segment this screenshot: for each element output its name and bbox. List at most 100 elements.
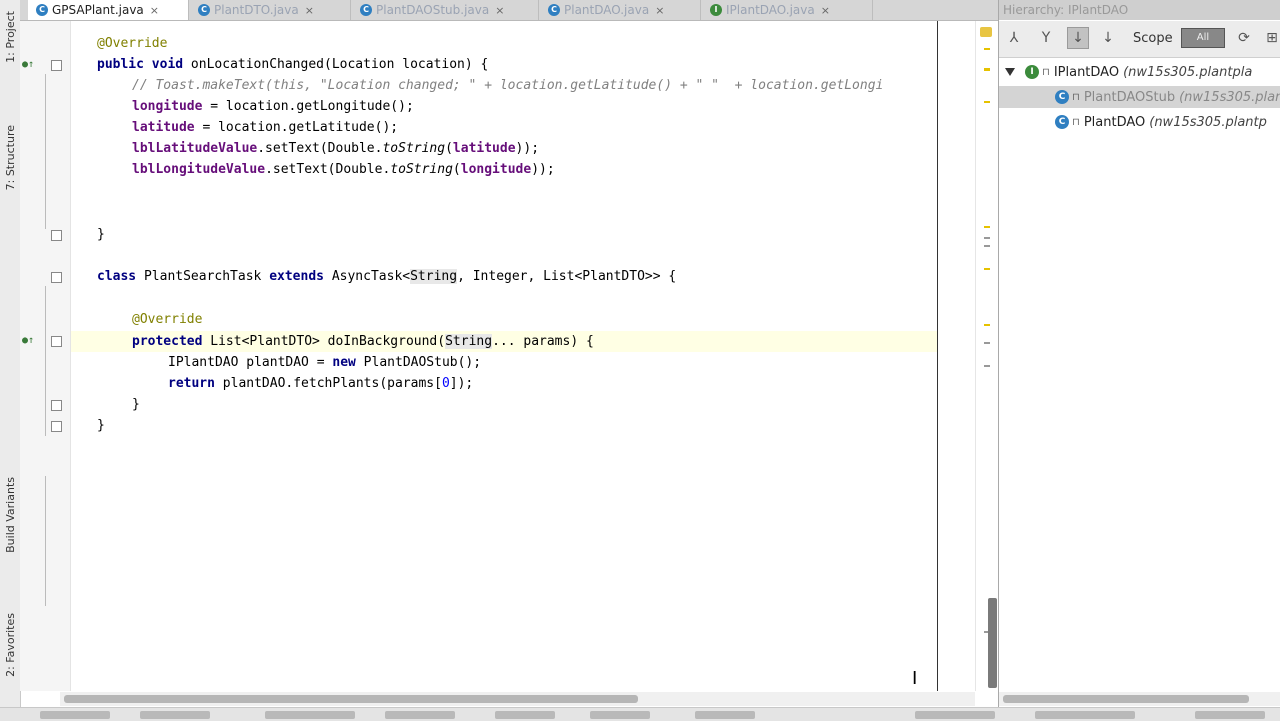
code-editor[interactable]: @Override public void onLocationChanged(… [71, 21, 937, 691]
right-margin-guide [937, 21, 938, 691]
code-text: IPlantDAO plantDAO = [168, 355, 333, 370]
package-label: (nw15s305.plan [1179, 89, 1280, 105]
panel-title: Hierarchy: IPlantDAO [999, 0, 1280, 20]
info-marker[interactable] [984, 237, 990, 239]
status-bar [0, 707, 1280, 721]
warning-marker[interactable] [984, 226, 990, 228]
warning-marker[interactable] [984, 68, 990, 71]
tool-tab-structure-label: 7: Structure [3, 124, 17, 191]
text-cursor-icon: I [912, 668, 918, 689]
expand-all-icon[interactable]: ⊞ [1261, 27, 1280, 49]
fold-icon[interactable] [51, 400, 62, 411]
tab-label: PlantDAOStub.java [376, 3, 490, 17]
tab-label: GPSAPlant.java [52, 3, 144, 17]
close-icon[interactable]: × [821, 4, 830, 17]
code-line: } [97, 415, 105, 436]
tab-iplantdao[interactable]: I IPlantDAO.java × [702, 0, 873, 20]
field: longitude [460, 162, 532, 177]
fold-line [45, 476, 46, 606]
fold-icon[interactable] [51, 272, 62, 283]
code-text: ( [452, 162, 461, 177]
close-icon[interactable]: × [655, 4, 664, 17]
tab-gpsaplant[interactable]: C GPSAPlant.java × [28, 0, 189, 20]
comment: // Toast.makeText(this, "Location change… [132, 78, 884, 93]
code-text: ( [445, 141, 453, 156]
warning-marker[interactable] [984, 324, 990, 326]
hierarchy-panel: Hierarchy: IPlantDAO ⅄ Y ↓ ↓ Scope All ⟳… [998, 0, 1280, 707]
status-item[interactable] [915, 711, 995, 719]
status-item[interactable] [40, 711, 110, 719]
warning-status-icon[interactable] [980, 27, 992, 37]
fold-icon[interactable] [51, 230, 62, 241]
close-icon[interactable]: × [305, 4, 314, 17]
fold-icon[interactable] [51, 60, 62, 71]
code-text: , Integer, List<PlantDTO>> { [457, 269, 677, 284]
code-line: // Toast.makeText(this, "Location change… [132, 75, 883, 96]
code-line: IPlantDAO plantDAO = new PlantDAOStub(); [168, 352, 481, 373]
status-item[interactable] [1195, 711, 1265, 719]
warning-marker[interactable] [984, 268, 990, 270]
code-text: } [97, 418, 105, 433]
code-line: public void onLocationChanged(Location l… [97, 54, 488, 75]
tool-tab-build-variants[interactable]: Build Variants [0, 455, 20, 575]
info-marker[interactable] [984, 245, 990, 247]
override-marker-icon[interactable]: ●↑ [22, 59, 34, 70]
code-text: = location.getLongitude(); [202, 99, 414, 114]
status-item[interactable] [140, 711, 210, 719]
type-hierarchy-icon[interactable]: ⅄ [1003, 27, 1025, 49]
tool-tab-project-label: 1: Project [3, 11, 17, 63]
code-line: class PlantSearchTask extends AsyncTask<… [97, 266, 676, 287]
implements-marker-icon[interactable]: ●↑ [22, 335, 34, 346]
tab-label: PlantDTO.java [214, 3, 299, 17]
tree-item-iplantdao[interactable]: I ⊓ IPlantDAO (nw15s305.plantpla [999, 61, 1280, 83]
tool-tab-structure[interactable]: 7: Structure [0, 110, 20, 205]
sort-alpha-icon[interactable]: ↓ [1097, 27, 1119, 49]
close-icon[interactable]: × [495, 4, 504, 17]
error-stripe[interactable] [975, 21, 998, 691]
status-item[interactable] [265, 711, 355, 719]
tree-item-plantdaostub[interactable]: C ⊓ PlantDAOStub (nw15s305.plan [999, 86, 1280, 108]
tree-item-label: PlantDAO [1083, 114, 1146, 130]
fold-icon[interactable] [51, 336, 62, 347]
visibility-icon: ⊓ [1072, 116, 1080, 128]
status-item[interactable] [495, 711, 555, 719]
editor-horizontal-scrollbar[interactable] [60, 692, 975, 706]
status-item[interactable] [1035, 711, 1135, 719]
keyword: extends [269, 269, 324, 284]
code-text: AsyncTask< [324, 269, 411, 284]
warning-marker[interactable] [984, 48, 990, 50]
status-item[interactable] [590, 711, 650, 719]
code-line: return plantDAO.fetchPlants(params[0]); [168, 373, 473, 394]
supertypes-icon[interactable]: Y [1035, 27, 1057, 49]
tree-item-label: PlantDAOStub [1083, 89, 1176, 105]
field: latitude [132, 120, 195, 135]
tab-plantdaostub[interactable]: C PlantDAOStub.java × [352, 0, 539, 20]
tree-item-plantdao[interactable]: C ⊓ PlantDAO (nw15s305.plantp [999, 111, 1280, 133]
panel-horizontal-scrollbar[interactable] [999, 692, 1280, 706]
expand-arrow-icon[interactable] [1005, 68, 1015, 76]
tab-plantdao[interactable]: C PlantDAO.java × [540, 0, 701, 20]
code-line: protected List<PlantDTO> doInBackground(… [132, 331, 594, 352]
warning-marker[interactable] [984, 101, 990, 103]
fold-line [45, 286, 46, 436]
package-label: (nw15s305.plantpla [1123, 64, 1253, 80]
code-text: = location.getLatitude(); [194, 120, 399, 135]
close-icon[interactable]: × [150, 4, 159, 17]
subtypes-icon[interactable]: ↓ [1067, 27, 1089, 49]
tool-tab-project[interactable]: 1: Project [0, 2, 20, 72]
tab-plantdto[interactable]: C PlantDTO.java × [190, 0, 351, 20]
scrollbar-thumb[interactable] [64, 695, 638, 703]
info-marker[interactable] [984, 342, 990, 344]
info-marker[interactable] [984, 365, 990, 367]
editor-vertical-scrollbar[interactable] [988, 598, 997, 688]
scope-select[interactable]: All [1181, 28, 1225, 48]
status-item[interactable] [385, 711, 455, 719]
scrollbar-thumb[interactable] [1003, 695, 1249, 703]
refresh-icon[interactable]: ⟳ [1233, 27, 1255, 49]
fold-icon[interactable] [51, 421, 62, 432]
tab-label: IPlantDAO.java [726, 3, 815, 17]
status-item[interactable] [695, 711, 755, 719]
tool-tab-favorites[interactable]: 2: Favorites [0, 595, 20, 695]
code-text: )); [515, 141, 540, 156]
keyword: public [97, 57, 144, 72]
